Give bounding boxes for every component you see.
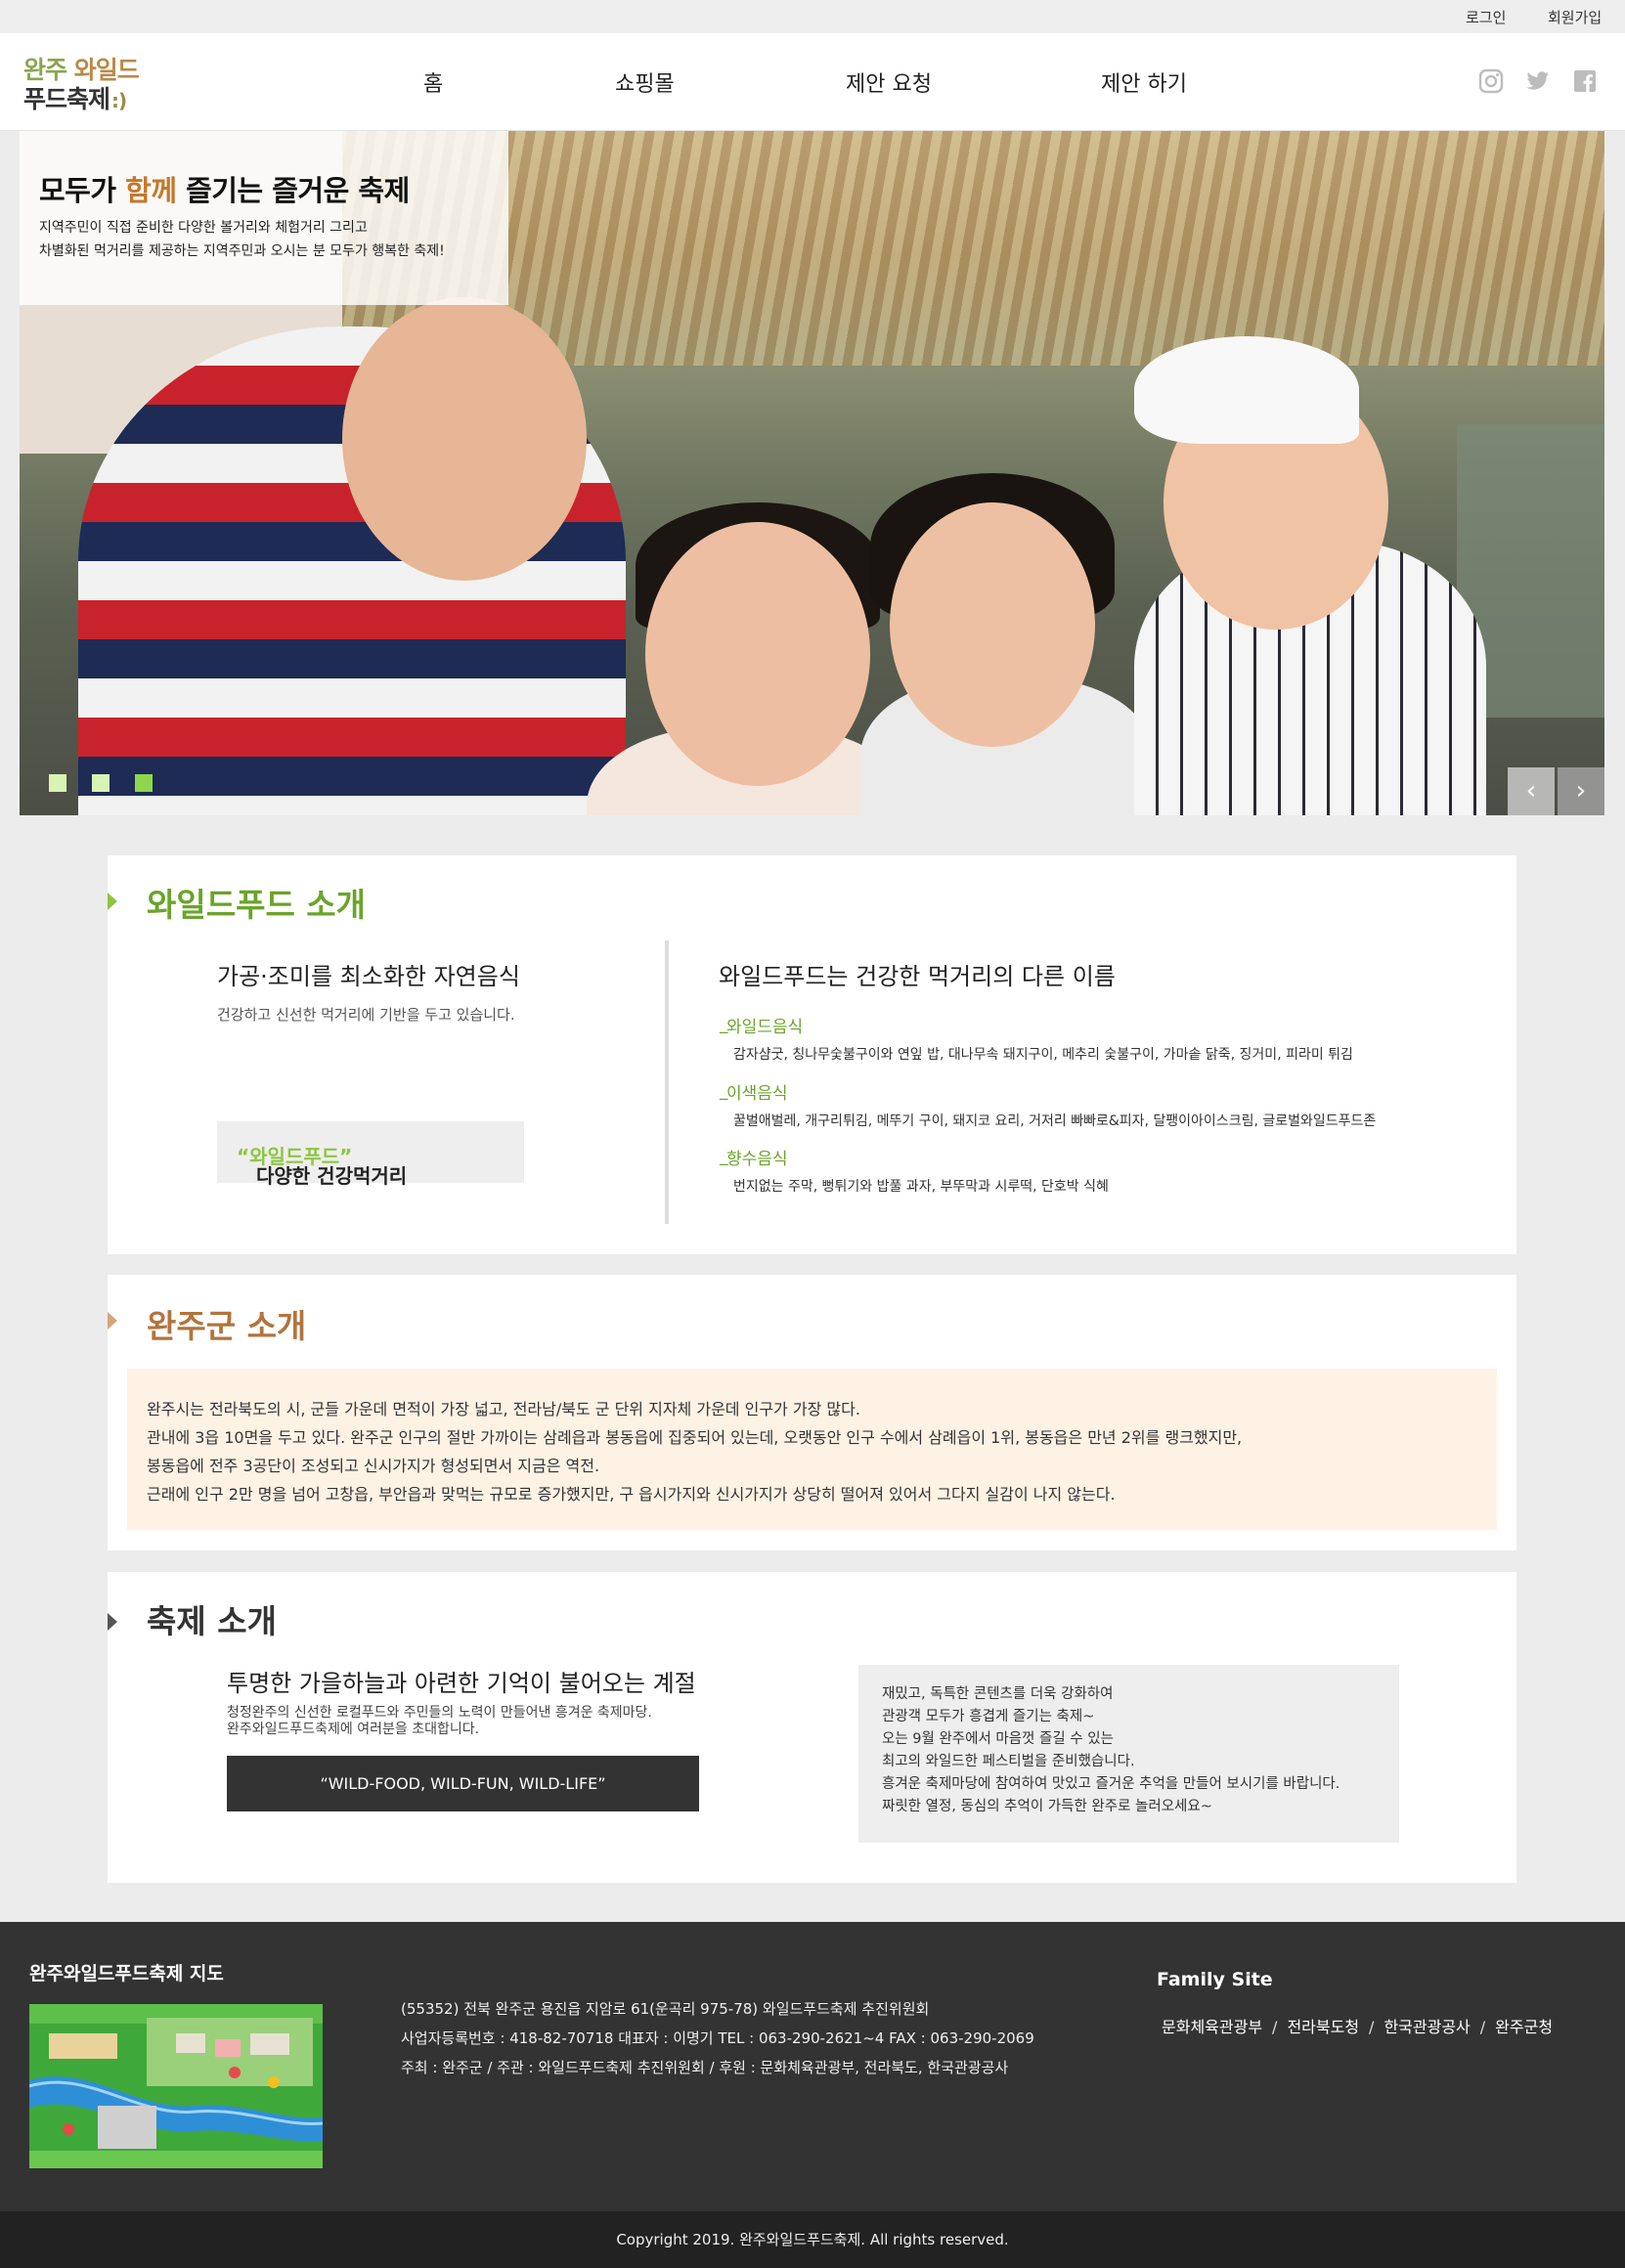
slider-dot-1[interactable] — [49, 774, 66, 792]
twitter-icon[interactable] — [1525, 68, 1551, 94]
nav-proposal-request[interactable]: 제안 요청 — [846, 66, 932, 98]
wanju-title: 완주군 소개 — [147, 1307, 307, 1345]
festival-section: 축제 소개 투명한 가을하늘과 아련한 기억이 불어오는 계절 청정완주의 신선… — [108, 1572, 1516, 1883]
festival-description-line2: 완주와일드푸드축제에 여러분을 초대합니다. — [227, 1722, 480, 1737]
section-marker-icon — [108, 1312, 117, 1330]
wanju-section: 완주군 소개 완주시는 전라북도의 시, 군들 가운데 면적이 가장 넓고, 전… — [108, 1275, 1516, 1550]
category-wild-food: 와일드음식 — [720, 1013, 803, 1037]
logo-line2: 푸드축제:) — [23, 85, 127, 113]
nav-shopping-mall[interactable]: 쇼핑몰 — [615, 66, 675, 98]
festival-message-line-5: 흥겨운 축제마당에 참여하여 맛있고 즐거운 추억을 만들어 보시기를 바랍니다… — [882, 1776, 1340, 1792]
festival-message-line-2: 관광객 모두가 흥겹게 즐기는 축제~ — [882, 1709, 1095, 1724]
footer-address: (55352) 전북 완주군 용진읍 지암로 61(운곡리 975-78) 와일… — [401, 2000, 930, 2018]
category-nostalgic-food: 향수음식 — [720, 1145, 788, 1169]
family-link-kto[interactable]: 한국관광공사 — [1383, 2018, 1470, 2036]
wanju-line-3: 봉동읍에 전주 3공단이 조성되고 신시가지가 형성되면서 지금은 역전. — [147, 1457, 600, 1475]
family-link-jeonbuk[interactable]: 전라북도청 — [1287, 2018, 1359, 2036]
wildfood-pill-text: 다양한 건강먹거리 “와일드푸드” — [237, 1145, 408, 1188]
site-footer: 완주와일드푸드축제 지도 (55352) 전북 완주군 용진읍 지암로 61(운… — [0, 1922, 1625, 2211]
festival-map-title: 완주와일드푸드축제 지도 — [29, 1963, 224, 1984]
wildfood-section: 와일드푸드 소개 가공·조미를 최소화한 자연음식 건강하고 신선한 먹거리에 … — [108, 855, 1516, 1254]
footer-organizers: 주최 : 완주군 / 주관 : 와일드푸드축제 추진위원회 / 후원 : 문화체… — [401, 2059, 1009, 2076]
family-link-mcst[interactable]: 문화체육관광부 — [1162, 2018, 1262, 2036]
festival-title: 축제 소개 — [147, 1602, 277, 1640]
hero-caption: 모두가 함께 즐기는 즐거운 축제 지역주민이 직접 준비한 다양한 볼거리와 … — [20, 131, 508, 305]
signup-link[interactable]: 회원가입 — [1548, 7, 1602, 27]
family-link-wanju[interactable]: 완주군청 — [1495, 2018, 1553, 2036]
festival-message-line-4: 최고의 와일드한 페스티벌을 준비했습니다. — [882, 1754, 1135, 1769]
wildfood-highlight-pill: 다양한 건강먹거리 “와일드푸드” — [217, 1121, 524, 1188]
site-logo[interactable]: 완주 와일드 푸드축제:) — [23, 51, 141, 113]
link-separator: / — [1272, 2018, 1278, 2036]
section-divider — [665, 940, 669, 1224]
festival-message-box: 재밌고, 독특한 콘텐츠를 더욱 강화하여 관광객 모두가 흥겹게 즐기는 축제… — [858, 1665, 1399, 1843]
festival-message-line-6: 짜릿한 열정, 동심의 추억이 가득한 완주로 놀러오세요~ — [882, 1799, 1212, 1814]
section-marker-icon — [108, 893, 117, 910]
chevron-left-icon: ‹ — [1525, 776, 1537, 806]
copyright-bar: Copyright 2019. 완주와일드푸드축제. All rights re… — [0, 2211, 1625, 2268]
site-header: 완주 와일드 푸드축제:) 홈 쇼핑몰 제안 요청 제안 하기 — [0, 33, 1625, 131]
festival-message-line-1: 재밌고, 독특한 콘텐츠를 더욱 강화하여 — [882, 1686, 1114, 1702]
wanju-description-box: 완주시는 전라북도의 시, 군들 가운데 면적이 가장 넓고, 전라남/북도 군… — [127, 1369, 1497, 1530]
hero-photo-face-father — [342, 297, 587, 581]
wanju-line-4: 근래에 인구 2만 명을 넘어 고창읍, 부안읍과 맞먹는 규모로 증가했지만,… — [147, 1485, 1116, 1504]
festival-heading: 투명한 가을하늘과 아련한 기억이 불어오는 계절 — [227, 1670, 696, 1697]
family-site-links: 문화체육관광부 / 전라북도청 / 한국관광공사 / 완주군청 — [1162, 2014, 1553, 2037]
hero-slider: 모두가 함께 즐기는 즐거운 축제 지역주민이 직접 준비한 다양한 볼거리와 … — [20, 131, 1604, 815]
category-exotic-food-items: 꿀벌애벌레, 개구리튀김, 메뚜기 구이, 돼지코 요리, 거저리 빠빠로&피자… — [733, 1113, 1377, 1129]
family-site-title: Family Site — [1157, 1969, 1273, 1990]
nav-home[interactable]: 홈 — [423, 66, 443, 98]
hero-photo-face-girl — [645, 522, 870, 786]
nav-make-proposal[interactable]: 제안 하기 — [1101, 66, 1187, 98]
wildfood-left-description: 건강하고 신선한 먹거리에 기반을 두고 있습니다. — [217, 1006, 515, 1024]
facebook-icon[interactable] — [1572, 68, 1598, 94]
wildfood-title: 와일드푸드 소개 — [147, 886, 367, 924]
hero-photo-cap — [1134, 336, 1359, 444]
slider-dot-3[interactable] — [135, 774, 153, 792]
slider-prev-button[interactable]: ‹ — [1508, 767, 1555, 815]
hero-description-line2: 차별화된 먹거리를 제공하는 지역주민과 오시는 분 모두가 행복한 축제! — [39, 243, 445, 259]
festival-message-line-3: 오는 9월 완주에서 마음껏 즐길 수 있는 — [882, 1731, 1114, 1747]
hero-description-line1: 지역주민이 직접 준비한 다양한 볼거리와 체험거리 그리고 — [39, 220, 368, 236]
slider-dot-2[interactable] — [92, 774, 110, 792]
slider-next-button[interactable]: › — [1558, 767, 1604, 815]
footer-business-info: 사업자등록번호 : 418-82-70718 대표자 : 이명기 TEL : 0… — [401, 2029, 1034, 2047]
section-marker-icon — [108, 1613, 117, 1631]
link-separator: / — [1369, 2018, 1375, 2036]
category-wild-food-items: 감자샴굿, 칭나무숯불구이와 연잎 밥, 대나무속 돼지구이, 메추리 숯불구이… — [733, 1047, 1353, 1063]
hero-photo-face-daughter — [890, 502, 1095, 747]
login-link[interactable]: 로그인 — [1466, 7, 1506, 27]
wildfood-left-heading: 가공·조미를 최소화한 자연음식 — [217, 963, 520, 990]
wanju-line-2: 관내에 3읍 10면을 두고 있다. 완주군 인구의 절반 가까이는 삼례읍과 … — [147, 1428, 1243, 1447]
top-utility-bar: 로그인 회원가입 — [0, 0, 1625, 33]
link-separator: / — [1479, 2018, 1486, 2036]
category-exotic-food: 이색음식 — [720, 1079, 788, 1104]
category-nostalgic-food-items: 번지없는 주막, 뻥튀기와 밥풀 과자, 부뚜막과 시루떡, 단호박 식혜 — [733, 1179, 1109, 1195]
chevron-right-icon: › — [1575, 776, 1587, 806]
hero-title: 모두가 함께 즐기는 즐거운 축제 — [39, 174, 410, 207]
instagram-icon[interactable] — [1478, 68, 1504, 94]
festival-map-image[interactable] — [29, 2004, 323, 2168]
wanju-line-1: 완주시는 전라북도의 시, 군들 가운데 면적이 가장 넓고, 전라남/북도 군… — [147, 1400, 860, 1418]
wildfood-right-heading: 와일드푸드는 건강한 먹거리의 다른 이름 — [719, 963, 1116, 990]
festival-slogan-banner: “WILD-FOOD, WILD-FUN, WILD-LIFE” — [227, 1756, 699, 1811]
